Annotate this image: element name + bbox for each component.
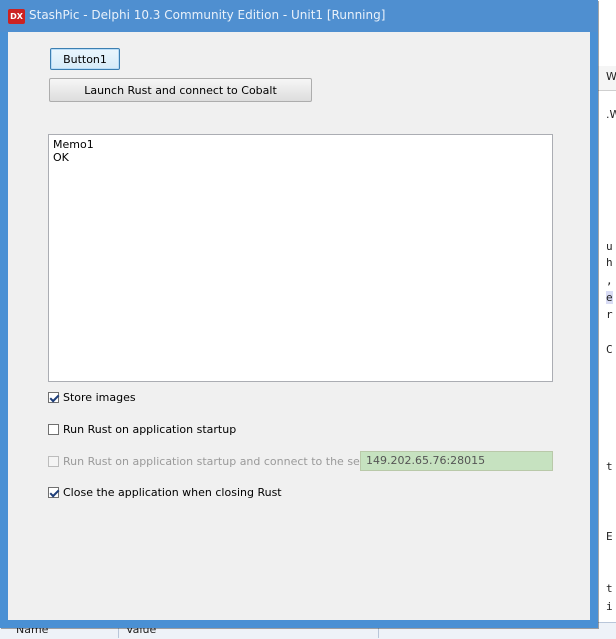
ide-code-line: h bbox=[606, 256, 613, 269]
run-on-startup-checkbox[interactable]: Run Rust on application startup bbox=[48, 423, 236, 436]
run-and-connect-label: Run Rust on application startup and conn… bbox=[63, 455, 390, 468]
server-address-field[interactable]: 149.202.65.76:28015 bbox=[360, 451, 553, 471]
ide-code-line-highlighted: e bbox=[606, 291, 613, 304]
run-and-connect-checkbox: Run Rust on application startup and conn… bbox=[48, 455, 389, 468]
ide-tab-fragment: W bbox=[606, 70, 616, 83]
ide-code-line: u bbox=[606, 240, 613, 253]
launch-rust-button[interactable]: Launch Rust and connect to Cobalt bbox=[49, 78, 312, 102]
memo-line: Memo1 bbox=[53, 138, 94, 151]
checkbox-disabled-icon bbox=[48, 456, 59, 467]
store-images-checkbox[interactable]: Store images bbox=[48, 391, 136, 404]
ide-code-line: i bbox=[606, 600, 613, 613]
form-client-area: Button1 Launch Rust and connect to Cobal… bbox=[8, 32, 590, 620]
button1[interactable]: Button1 bbox=[50, 48, 120, 70]
app-window: DX StashPic - Delphi 10.3 Community Edit… bbox=[0, 0, 598, 628]
run-on-startup-label: Run Rust on application startup bbox=[63, 423, 237, 436]
ide-code-line: , bbox=[606, 274, 613, 287]
close-app-checkbox[interactable]: Close the application when closing Rust bbox=[48, 486, 282, 499]
ide-code-line: t bbox=[606, 460, 613, 473]
memo-line: OK bbox=[53, 151, 69, 164]
title-bar[interactable]: DX StashPic - Delphi 10.3 Community Edit… bbox=[0, 0, 598, 32]
ide-code-line: C bbox=[606, 343, 613, 356]
ide-tab-fragment-2: .W bbox=[606, 108, 616, 121]
store-images-label: Store images bbox=[63, 391, 136, 404]
memo-textarea[interactable]: Memo1 OK bbox=[48, 134, 553, 382]
checkbox-unchecked-icon[interactable] bbox=[48, 424, 59, 435]
ide-code-line: E bbox=[606, 530, 613, 543]
window-title: StashPic - Delphi 10.3 Community Edition… bbox=[29, 8, 386, 22]
checkbox-checked-icon[interactable] bbox=[48, 392, 59, 403]
close-app-label: Close the application when closing Rust bbox=[63, 486, 282, 499]
ide-code-line: r bbox=[606, 308, 613, 321]
app-icon: DX bbox=[8, 9, 25, 24]
ide-code-line: t bbox=[606, 582, 613, 595]
checkbox-checked-icon[interactable] bbox=[48, 487, 59, 498]
